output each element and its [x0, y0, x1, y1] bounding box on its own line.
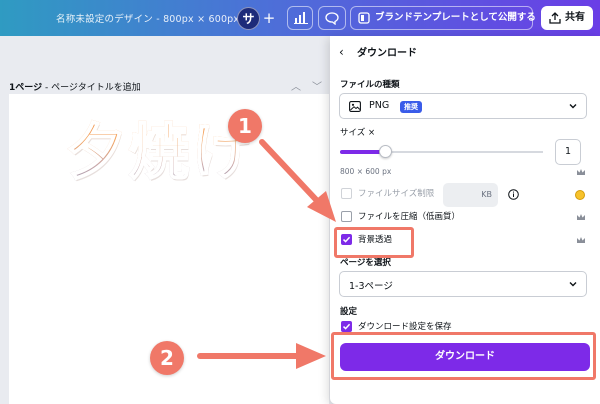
canvas-heading-text[interactable]: 夕焼け — [65, 104, 255, 191]
settings-label: 設定 — [340, 307, 358, 317]
crown-icon — [577, 169, 585, 175]
info-icon[interactable] — [508, 189, 519, 200]
recommended-badge: 推奨 — [400, 101, 422, 113]
pixel-dimensions: 800 × 600 px — [340, 167, 392, 176]
crown-icon — [577, 237, 585, 243]
checkbox — [341, 211, 352, 222]
pages-select[interactable]: 1-3ページ — [339, 271, 587, 297]
chevron-down-icon — [569, 104, 577, 109]
upload-icon — [549, 12, 561, 24]
checkbox-checked — [341, 321, 352, 332]
highlight-transparent-option — [334, 227, 414, 258]
crown-icon — [577, 214, 585, 220]
file-type-label: ファイルの種類 — [340, 80, 400, 90]
size-value-input[interactable]: 1 — [555, 139, 581, 165]
chevron-up-icon[interactable]: ︿ — [291, 78, 301, 93]
chevron-down-icon — [569, 282, 577, 287]
size-label: サイズ × — [340, 128, 376, 138]
user-avatar[interactable]: サ — [237, 7, 260, 30]
publish-label: ブランドテンプレートとして公開する — [375, 12, 536, 23]
step-2-marker: 2 — [150, 341, 184, 375]
speech-bubble-icon — [325, 12, 339, 25]
file-type-value: PNG — [369, 100, 390, 111]
checkbox — [341, 188, 352, 199]
highlight-download-button — [331, 332, 596, 380]
checkmark-icon — [342, 323, 351, 330]
file-size-limit-input[interactable]: KB — [443, 183, 498, 207]
publish-brand-template-button[interactable]: ブランドテンプレートとして公開する — [350, 6, 536, 30]
insights-button[interactable] — [287, 6, 313, 30]
add-member-icon[interactable]: + — [262, 8, 276, 28]
panel-title: ダウンロード — [357, 48, 417, 59]
file-size-limit-label: ファイルサイズ制限 — [358, 189, 435, 199]
share-button[interactable]: 共有 — [541, 6, 593, 30]
top-bar: 名称未設定のデザイン - 800px × 600px サ + ブランドテンプレー… — [0, 0, 600, 36]
back-arrow-icon[interactable]: ‹ — [339, 45, 344, 59]
template-icon — [358, 12, 370, 24]
save-download-settings-label: ダウンロード設定を保存 — [358, 322, 452, 332]
file-type-select[interactable]: PNG 推奨 — [339, 93, 587, 119]
coin-icon — [575, 190, 585, 200]
pages-value: 1-3ページ — [349, 281, 393, 292]
comments-button[interactable] — [318, 6, 346, 30]
step-1-marker: 1 — [228, 109, 262, 143]
size-slider-handle[interactable] — [379, 145, 392, 158]
document-title[interactable]: 名称未設定のデザイン - 800px × 600px — [56, 11, 239, 25]
page-number: 1ページ — [9, 83, 43, 93]
bar-chart-icon — [294, 12, 308, 24]
page-title-placeholder: - ページタイトルを追加 — [42, 83, 141, 93]
compress-file-label: ファイルを圧縮（低画質） — [358, 212, 461, 222]
image-icon — [349, 101, 361, 112]
chevron-down-icon[interactable]: ﹀ — [312, 78, 322, 93]
page-title[interactable]: 1ページ - ページタイトルを追加 — [9, 80, 141, 93]
share-label: 共有 — [565, 12, 585, 23]
